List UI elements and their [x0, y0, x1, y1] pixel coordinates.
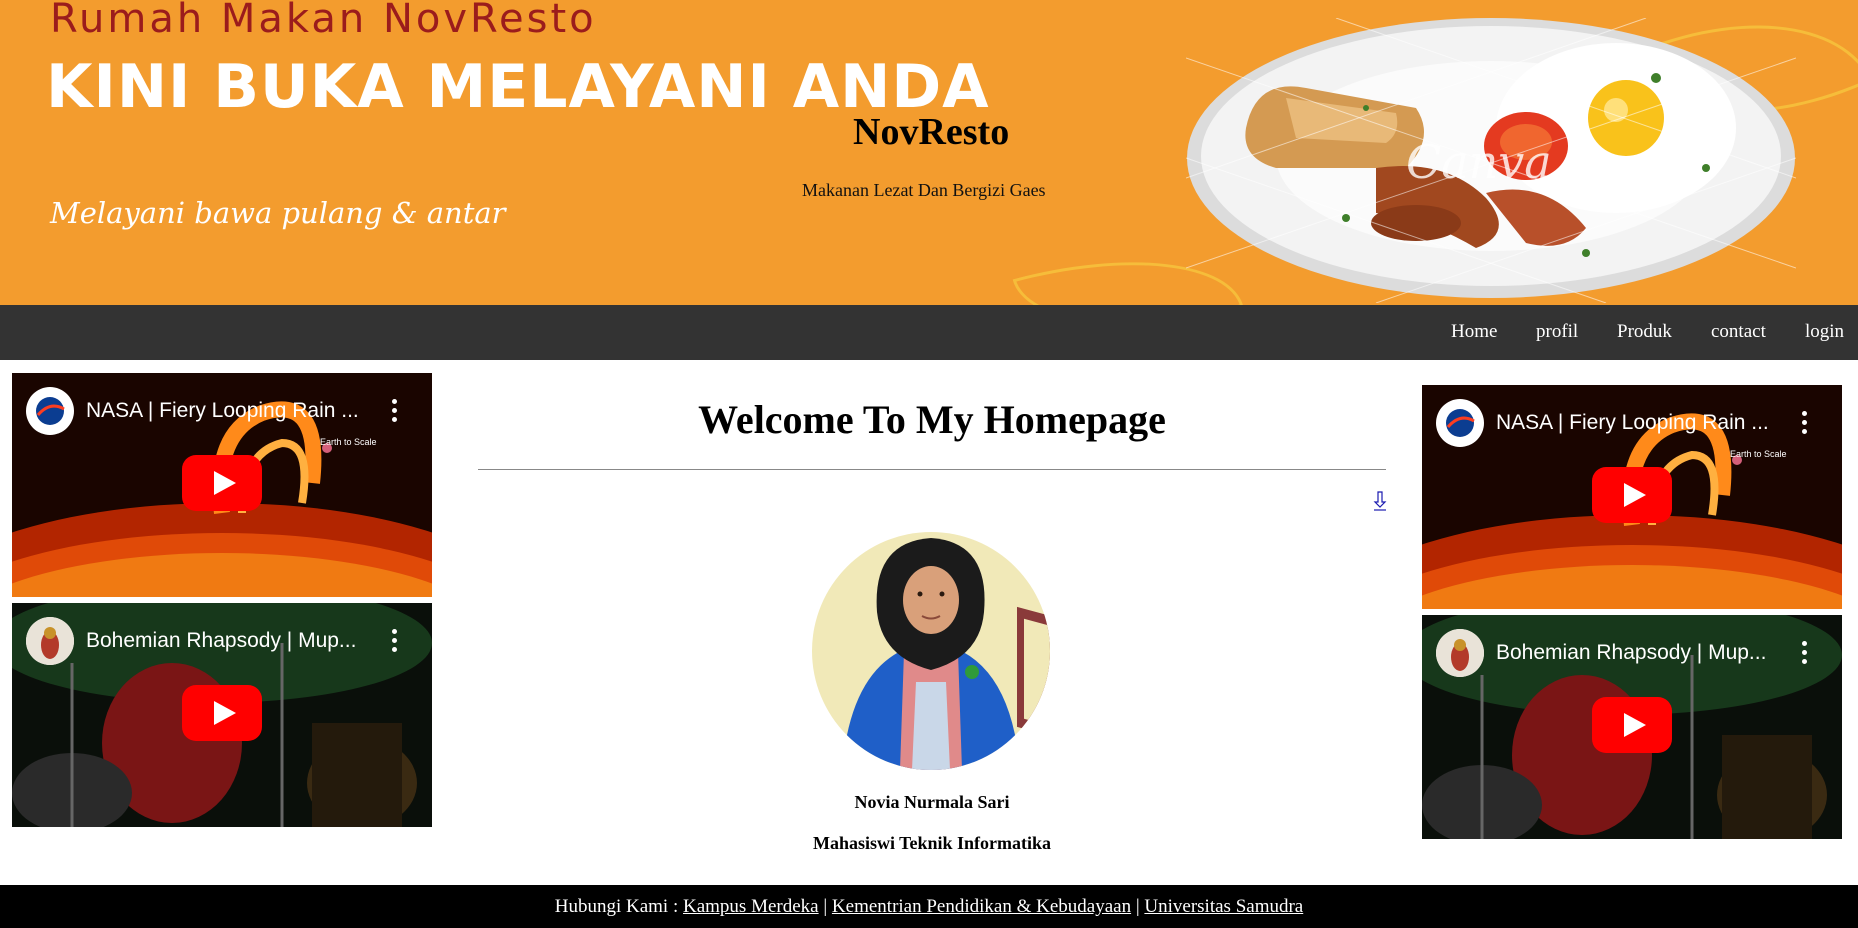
video-embed-bohemian[interactable]: Bohemian Rhapsody | Mup... [12, 603, 432, 827]
nasa-logo-icon [26, 387, 74, 435]
person-name: Novia Nurmala Sari [854, 792, 1010, 812]
video-embed-nasa[interactable]: NASA | Fiery Looping Rain ... Earth to S… [1422, 385, 1842, 609]
banner-tagline: Melayani bawa pulang & antar [50, 196, 506, 230]
play-button-icon[interactable] [1592, 467, 1672, 523]
banner-headline: KINI BUKA MELAYANI ANDA [46, 52, 990, 122]
footer-link-kemendikbud[interactable]: Kementrian Pendidikan & Kebudayaan [832, 896, 1131, 917]
divider [478, 469, 1386, 470]
play-button-icon[interactable] [182, 455, 262, 511]
more-options-icon[interactable] [1802, 641, 1808, 665]
video-title: Bohemian Rhapsody | Mup... [1496, 641, 1767, 664]
video-embed-bohemian[interactable]: Bohemian Rhapsody | Mup... [1422, 615, 1842, 839]
muppets-avatar-icon [1436, 629, 1484, 677]
footer-label: Hubungi Kami : [554, 896, 679, 917]
site-subtitle: Makanan Lezat Dan Bergizi Gaes [802, 180, 1046, 200]
more-options-icon[interactable] [1802, 411, 1808, 435]
footer-separator: | [1135, 896, 1140, 917]
profile-photo [812, 532, 1050, 770]
footer-link-kampus-merdeka[interactable]: Kampus Merdeka [683, 896, 819, 917]
video-caption: Earth to Scale [320, 437, 377, 447]
video-title: NASA | Fiery Looping Rain ... [86, 399, 359, 422]
more-options-icon[interactable] [392, 399, 398, 423]
play-button-icon[interactable] [182, 685, 262, 741]
footer: Hubungi Kami : Kampus Merdeka | Kementri… [0, 885, 1858, 928]
muppets-avatar-icon [26, 617, 74, 665]
person-role: Mahasiswi Teknik Informatika [812, 833, 1052, 853]
video-caption: Earth to Scale [1730, 449, 1787, 459]
site-title: NovResto [853, 111, 1010, 153]
more-options-icon[interactable] [392, 629, 398, 653]
footer-link-unsam[interactable]: Universitas Samudra [1144, 896, 1303, 917]
video-title: NASA | Fiery Looping Rain ... [1496, 411, 1769, 434]
play-button-icon[interactable] [1592, 697, 1672, 753]
download-icon[interactable] [1373, 491, 1387, 511]
nav-login[interactable]: login [1805, 321, 1844, 343]
nav-home[interactable]: Home [1451, 321, 1497, 343]
header-banner: Rumah Makan NovResto KINI BUKA MELAYANI … [0, 0, 1858, 305]
food-plate-image: Canva [1185, 17, 1797, 304]
footer-separator: | [823, 896, 828, 917]
navbar: Home profil Produk contact login [0, 305, 1858, 360]
video-embed-nasa[interactable]: NASA | Fiery Looping Rain ... Earth to S… [12, 373, 432, 597]
video-title: Bohemian Rhapsody | Mup... [86, 629, 357, 652]
page-title: Welcome To My Homepage [698, 397, 1166, 442]
nav-profil[interactable]: profil [1536, 321, 1578, 343]
banner-brand: Rumah Makan NovResto [50, 0, 597, 42]
nav-produk[interactable]: Produk [1617, 321, 1672, 343]
nav-contact[interactable]: contact [1711, 321, 1766, 343]
canva-watermark: Canva [1406, 135, 1552, 189]
nasa-logo-icon [1436, 399, 1484, 447]
